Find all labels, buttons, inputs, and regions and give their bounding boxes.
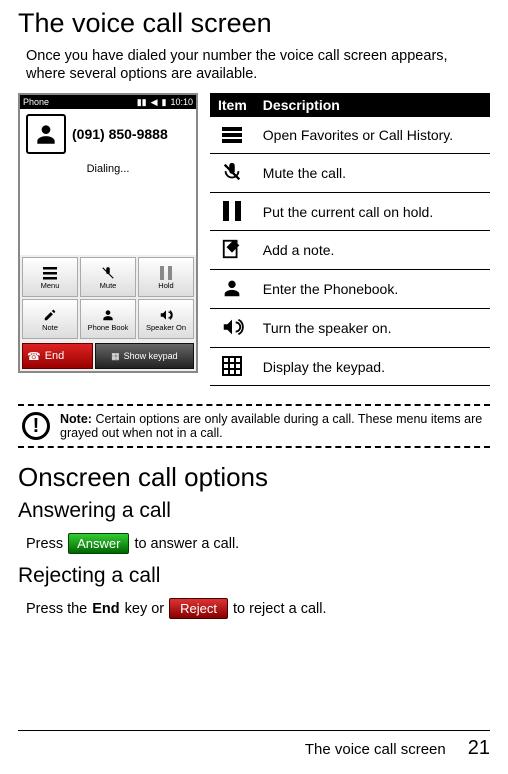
sound-icon: ◀ <box>151 97 158 108</box>
page-number: 21 <box>468 737 490 760</box>
row-desc: Open Favorites or Call History. <box>255 117 490 154</box>
note-block: ! Note: Certain options are only availab… <box>18 404 490 448</box>
ss-keypad-label: Show keypad <box>124 351 178 361</box>
end-key-label: End <box>92 601 119 617</box>
row-desc: Put the current call on hold. <box>255 193 490 231</box>
phonebook-icon <box>220 276 244 300</box>
status-app-label: Phone <box>23 97 49 107</box>
answer-heading: Answering a call <box>18 499 490 523</box>
ss-speaker-button[interactable]: Speaker On <box>138 299 194 339</box>
speaker-icon <box>158 307 174 323</box>
text: key or <box>125 601 165 617</box>
reject-paragraph: Press the End key or Reject to reject a … <box>26 598 490 619</box>
keypad-icon <box>220 354 244 378</box>
page-title: The voice call screen <box>18 8 490 39</box>
ss-btn-label: Note <box>42 323 58 332</box>
table-row: Enter the Phonebook. <box>210 270 490 309</box>
options-table: Item Description Open Favorites or Call … <box>210 93 490 386</box>
hangup-icon: ☎ <box>27 350 41 363</box>
reject-heading: Rejecting a call <box>18 564 490 588</box>
table-row: Turn the speaker on. <box>210 309 490 348</box>
footer-title: The voice call screen <box>305 741 446 758</box>
answer-paragraph: Press Answer to answer a call. <box>26 533 490 554</box>
signal-icon: ▮▮ <box>137 97 147 108</box>
alert-icon: ! <box>22 412 50 440</box>
speaker-icon <box>220 315 244 339</box>
answer-button-image: Answer <box>68 533 129 554</box>
phonebook-icon <box>101 307 115 323</box>
status-time: 10:10 <box>170 97 193 107</box>
ss-hold-button[interactable]: Hold <box>138 257 194 297</box>
ss-end-label: End <box>45 350 65 362</box>
table-row: Open Favorites or Call History. <box>210 117 490 154</box>
text: to answer a call. <box>134 536 239 552</box>
reject-button-image: Reject <box>169 598 228 619</box>
page-footer: The voice call screen 21 <box>18 730 490 760</box>
note-icon <box>220 237 244 261</box>
table-row: Add a note. <box>210 231 490 270</box>
th-desc: Description <box>255 93 490 117</box>
note-label: Note: <box>60 412 92 426</box>
row-desc: Add a note. <box>255 231 490 270</box>
text: to reject a call. <box>233 601 327 617</box>
dialing-status: Dialing... <box>20 159 196 255</box>
row-desc: Display the keypad. <box>255 348 490 386</box>
row-desc: Enter the Phonebook. <box>255 270 490 309</box>
note-text: Certain options are only available durin… <box>60 412 482 440</box>
ss-phonebook-button[interactable]: Phone Book <box>80 299 136 339</box>
ss-btn-label: Phone Book <box>88 323 129 332</box>
table-row: Display the keypad. <box>210 348 490 386</box>
row-desc: Mute the call. <box>255 154 490 193</box>
th-item: Item <box>210 93 255 117</box>
mute-icon <box>101 265 115 281</box>
ss-menu-button[interactable]: Menu <box>22 257 78 297</box>
table-row: Put the current call on hold. <box>210 193 490 231</box>
keypad-icon: ▦ <box>111 351 120 362</box>
ss-keypad-button[interactable]: ▦ Show keypad <box>95 343 194 369</box>
note-icon <box>43 307 57 323</box>
dialed-number: (091) 850-9888 <box>72 126 168 142</box>
ss-btn-label: Hold <box>158 281 173 290</box>
intro-paragraph: Once you have dialed your number the voi… <box>26 47 490 83</box>
text: Press <box>26 536 63 552</box>
avatar-icon <box>26 114 66 154</box>
ss-btn-label: Mute <box>100 281 117 290</box>
ss-btn-label: Menu <box>41 281 60 290</box>
section-heading: Onscreen call options <box>18 462 490 493</box>
battery-icon: ▮ <box>162 97 167 108</box>
ss-btn-label: Speaker On <box>146 323 186 332</box>
menu-icon <box>220 123 244 147</box>
table-row: Mute the call. <box>210 154 490 193</box>
ss-end-button[interactable]: ☎ End <box>22 343 93 369</box>
mute-icon <box>220 160 244 184</box>
ss-note-button[interactable]: Note <box>22 299 78 339</box>
menu-icon <box>43 265 57 281</box>
hold-icon <box>220 199 244 223</box>
text: Press the <box>26 601 87 617</box>
ss-mute-button[interactable]: Mute <box>80 257 136 297</box>
hold-icon <box>160 265 172 281</box>
row-desc: Turn the speaker on. <box>255 309 490 348</box>
phone-screenshot: Phone ▮▮ ◀ ▮ 10:10 (091) 850-9888 Dialin… <box>18 93 198 373</box>
